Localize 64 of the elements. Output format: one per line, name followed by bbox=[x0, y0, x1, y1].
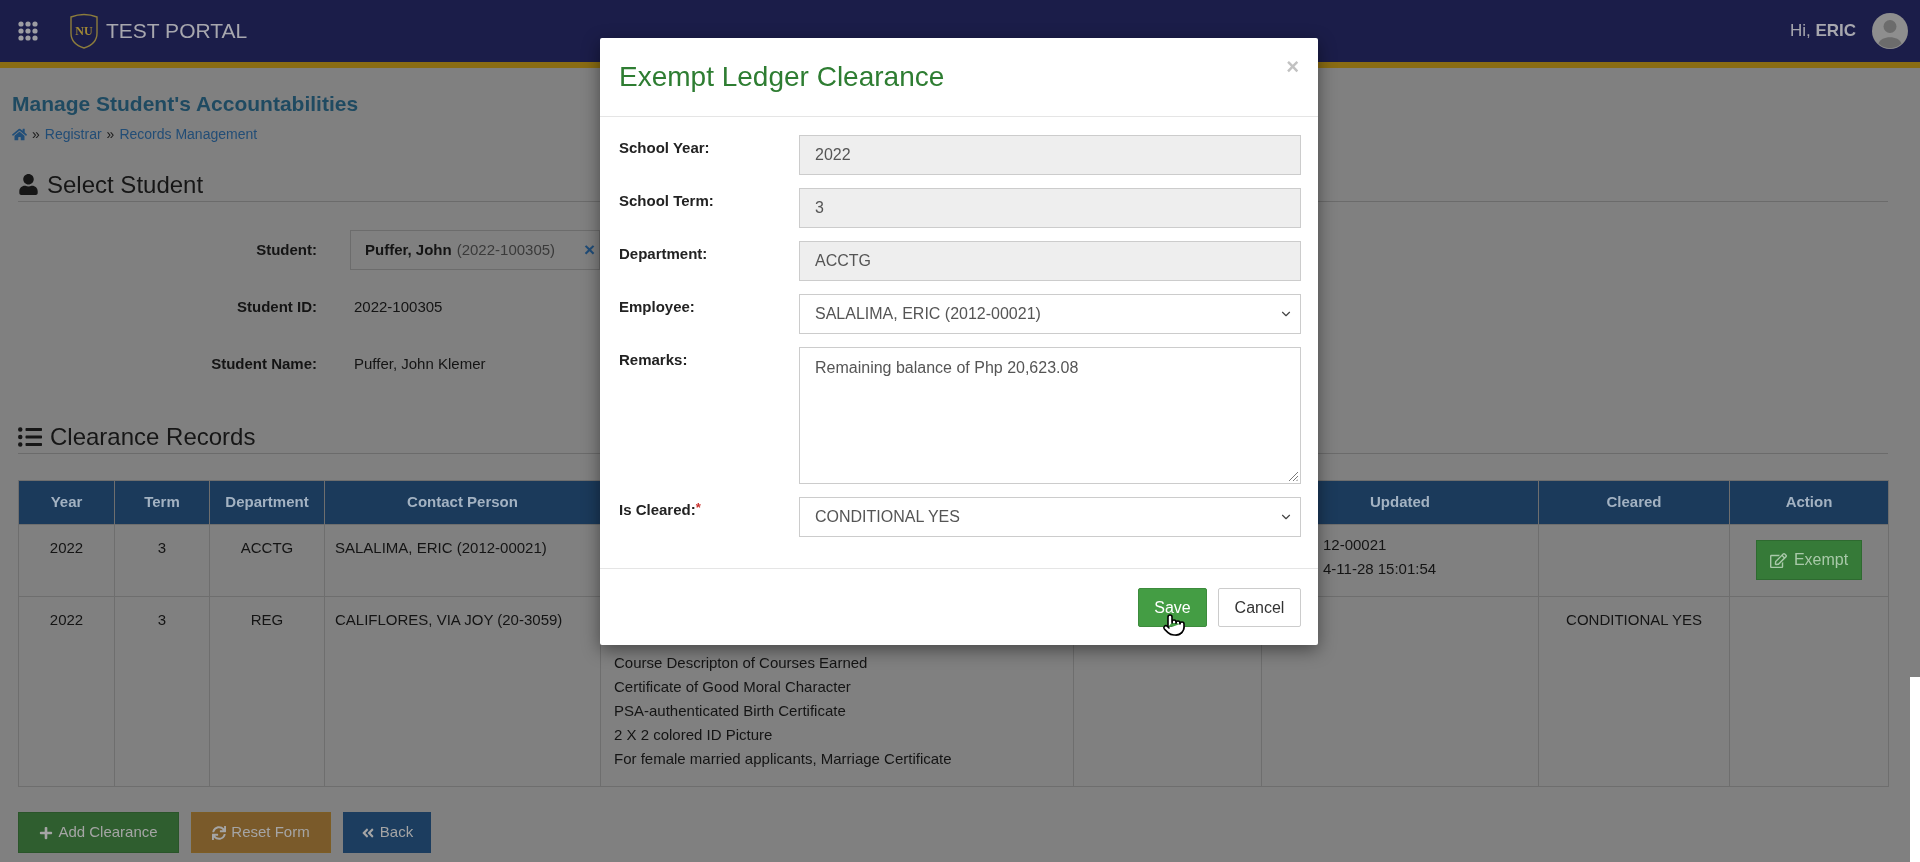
column-header: Term bbox=[114, 480, 210, 525]
field-label: Is Cleared:* bbox=[619, 501, 701, 518]
avatar-icon[interactable] bbox=[1872, 13, 1908, 49]
student-select[interactable]: Puffer, John (2022-100305) × bbox=[350, 230, 600, 270]
plus-icon bbox=[39, 825, 54, 840]
field-label: School Term: bbox=[619, 192, 714, 209]
save-button[interactable]: Save bbox=[1138, 588, 1207, 627]
resize-handle-icon[interactable] bbox=[1288, 471, 1298, 481]
breadcrumb-separator: » bbox=[32, 125, 40, 143]
readonly-field[interactable]: 3 bbox=[799, 188, 1301, 228]
field-label: Student ID: bbox=[237, 296, 317, 317]
field-label: Employee: bbox=[619, 298, 695, 315]
select-field[interactable]: CONDITIONAL YES bbox=[799, 497, 1301, 537]
column-header: Year bbox=[18, 480, 115, 525]
table-cell-line: PSA-authenticated Birth Certificate bbox=[614, 701, 846, 721]
table-cell-line: Certificate of Good Moral Character bbox=[614, 677, 851, 697]
column-header: Department bbox=[209, 480, 325, 525]
table-cell-text: ACCTG bbox=[240, 539, 294, 557]
greeting-text[interactable]: Hi, ERIC bbox=[1789, 18, 1856, 44]
field-value: 2022-100305 bbox=[354, 296, 443, 317]
table-cell-text: 3 bbox=[157, 611, 167, 629]
shield-logo: NU bbox=[70, 13, 98, 49]
table-cell-line: 12-00021 bbox=[1323, 535, 1387, 555]
table-cell-text: SALALIMA, ERIC (2012-00021) bbox=[335, 539, 547, 557]
textarea-field[interactable]: Remaining balance of Php 20,623.08 bbox=[799, 347, 1301, 484]
back-button[interactable]: Back bbox=[343, 812, 431, 853]
add-clearance-button[interactable]: Add Clearance bbox=[18, 812, 179, 853]
readonly-field[interactable]: 2022 bbox=[799, 135, 1301, 175]
select-field[interactable]: SALALIMA, ERIC (2012-00021) bbox=[799, 294, 1301, 334]
section-heading: Clearance Records bbox=[50, 421, 256, 452]
column-header: Contact Person bbox=[324, 480, 601, 525]
exempt-button[interactable]: Exempt bbox=[1755, 540, 1863, 580]
readonly-field[interactable]: ACCTG bbox=[799, 241, 1301, 281]
app-title[interactable]: TEST PORTAL bbox=[106, 15, 248, 47]
reset-form-button[interactable]: Reset Form bbox=[191, 812, 331, 853]
modal-title: Exempt Ledger Clearance bbox=[619, 60, 945, 94]
table-cell-text: CALIFLORES, VIA JOY (20-3059) bbox=[335, 611, 563, 629]
table-cell-text: 3 bbox=[157, 539, 167, 557]
table-cell-text: 2022 bbox=[49, 611, 84, 629]
field-label: Remarks: bbox=[619, 351, 688, 368]
list-icon bbox=[18, 424, 42, 449]
column-header: Action bbox=[1729, 480, 1889, 525]
field-label: Student Name: bbox=[211, 353, 317, 374]
table-cell-line: 4-11-28 15:01:54 bbox=[1323, 559, 1437, 579]
table-cell-text: REG bbox=[250, 611, 284, 629]
table-cell-line: 2 X 2 colored ID Picture bbox=[614, 725, 773, 745]
hand-cursor-icon bbox=[1162, 613, 1186, 637]
field-value: Puffer, John Klemer bbox=[354, 353, 486, 374]
user-icon bbox=[18, 174, 39, 195]
breadcrumb-separator: » bbox=[106, 125, 115, 143]
table-cell-text: CONDITIONAL YES bbox=[1566, 611, 1702, 629]
edit-icon bbox=[1769, 551, 1787, 569]
apps-grid-icon[interactable] bbox=[18, 21, 38, 41]
field-label: Student: bbox=[256, 239, 317, 260]
table-cell-line: Course Descripton of Courses Earned bbox=[614, 653, 868, 673]
refresh-icon bbox=[212, 825, 227, 840]
page-title: Manage Student's Accountabilities bbox=[12, 91, 359, 117]
section-heading: Select Student bbox=[47, 169, 204, 200]
table-cell-text: 2022 bbox=[49, 539, 84, 557]
field-label: School Year: bbox=[619, 139, 710, 156]
table-cell-line: For female married applicants, Marriage Certificate bbox=[614, 749, 952, 769]
cancel-button[interactable]: Cancel bbox=[1218, 588, 1301, 627]
column-header: Cleared bbox=[1538, 480, 1730, 525]
field-label: Department: bbox=[619, 245, 708, 262]
